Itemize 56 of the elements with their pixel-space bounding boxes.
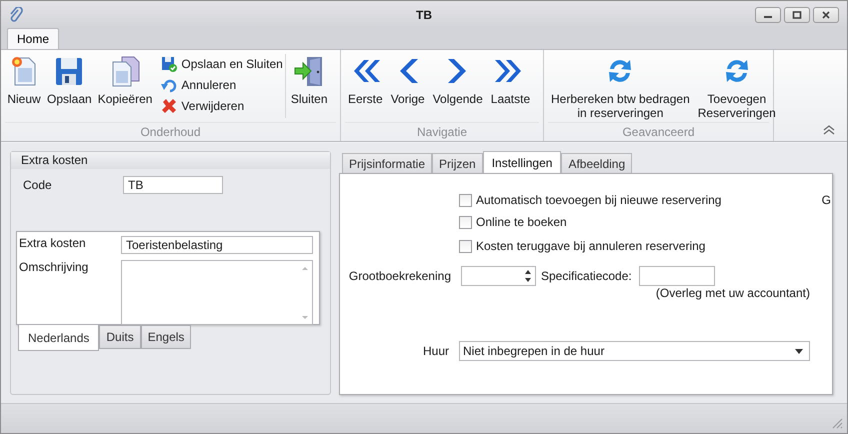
- rent-dropdown[interactable]: Niet inbegrepen in de huur: [459, 341, 810, 361]
- ribbon-button[interactable]: Verwijderen: [159, 96, 285, 115]
- ribbon-button[interactable]: Opslaan en Sluiten: [159, 54, 285, 73]
- ribbon-button[interactable]: Laatste: [486, 54, 534, 106]
- maximize-button[interactable]: [784, 6, 810, 22]
- checkbox-box[interactable]: [459, 240, 472, 252]
- ribbon-button[interactable]: Kopieëren: [94, 54, 156, 106]
- ribbon-button[interactable]: Herbereken btw bedragen in reserveringen: [547, 54, 694, 120]
- paperclip-icon: [9, 6, 23, 22]
- tab[interactable]: Prijsinformatie: [342, 153, 432, 173]
- ribbon-button[interactable]: Toevoegen Reserveringen: [694, 54, 780, 120]
- checkbox[interactable]: Online te boeken: [459, 215, 567, 229]
- ribbon-tab[interactable]: Home: [7, 28, 60, 49]
- delete-cross-icon: [161, 98, 178, 114]
- checkbox-label: Online te boeken: [476, 215, 567, 229]
- language-tab[interactable]: Engels: [140, 325, 192, 349]
- checkbox-box[interactable]: [459, 216, 472, 228]
- ribbon-button[interactable]: Sluiten: [288, 54, 331, 106]
- code-label: Code: [23, 178, 53, 192]
- group-label: Navigatie: [345, 122, 539, 141]
- cut-off-text: G: [822, 193, 831, 207]
- ledger-spin-field[interactable]: [461, 266, 536, 286]
- ribbon-button[interactable]: Eerste: [344, 54, 387, 106]
- spin-arrows-icon[interactable]: [524, 268, 532, 284]
- ribbon-button[interactable]: Nieuw: [4, 54, 44, 106]
- description-field[interactable]: [121, 260, 313, 325]
- name-field[interactable]: Toeristenbelasting: [121, 236, 313, 254]
- ledger-label: Grootboekrekening: [348, 269, 451, 283]
- tab[interactable]: Afbeelding: [561, 153, 632, 173]
- code-field[interactable]: TB: [123, 176, 223, 194]
- language-tab[interactable]: Duits: [99, 325, 141, 349]
- close-icon: [821, 10, 831, 18]
- checkbox-box[interactable]: [459, 194, 472, 206]
- group-label: Onderhoud: [5, 122, 336, 141]
- rent-label: Huur: [422, 344, 449, 358]
- collapse-chevron-icon[interactable]: [823, 125, 835, 135]
- ribbon-button[interactable]: Vorige: [386, 54, 429, 106]
- tab[interactable]: Prijzen: [432, 153, 483, 173]
- note-text: (Overleg met uw accountant): [656, 286, 810, 300]
- description-label: Omschrijving: [19, 260, 90, 274]
- minimize-button[interactable]: [755, 6, 781, 22]
- dropdown-arrow-icon: [795, 348, 803, 354]
- ribbon-button[interactable]: Volgende: [428, 54, 487, 106]
- panel-title: Extra kosten: [21, 153, 88, 167]
- group-label: Geavanceerd: [548, 122, 769, 141]
- ribbon-button[interactable]: Annuleren: [159, 75, 285, 94]
- name-label: Extra kosten: [19, 236, 87, 250]
- specification-label: Specificatiecode:: [541, 269, 632, 283]
- ribbon-button[interactable]: Opslaan: [44, 54, 95, 106]
- tab[interactable]: Instellingen: [482, 151, 562, 173]
- language-tab[interactable]: Nederlands: [18, 325, 100, 351]
- maximize-icon: [792, 10, 802, 18]
- window-title: TB: [416, 8, 432, 22]
- specification-field[interactable]: [638, 266, 715, 286]
- resize-grip-icon[interactable]: [832, 418, 843, 429]
- close-button[interactable]: [813, 6, 839, 22]
